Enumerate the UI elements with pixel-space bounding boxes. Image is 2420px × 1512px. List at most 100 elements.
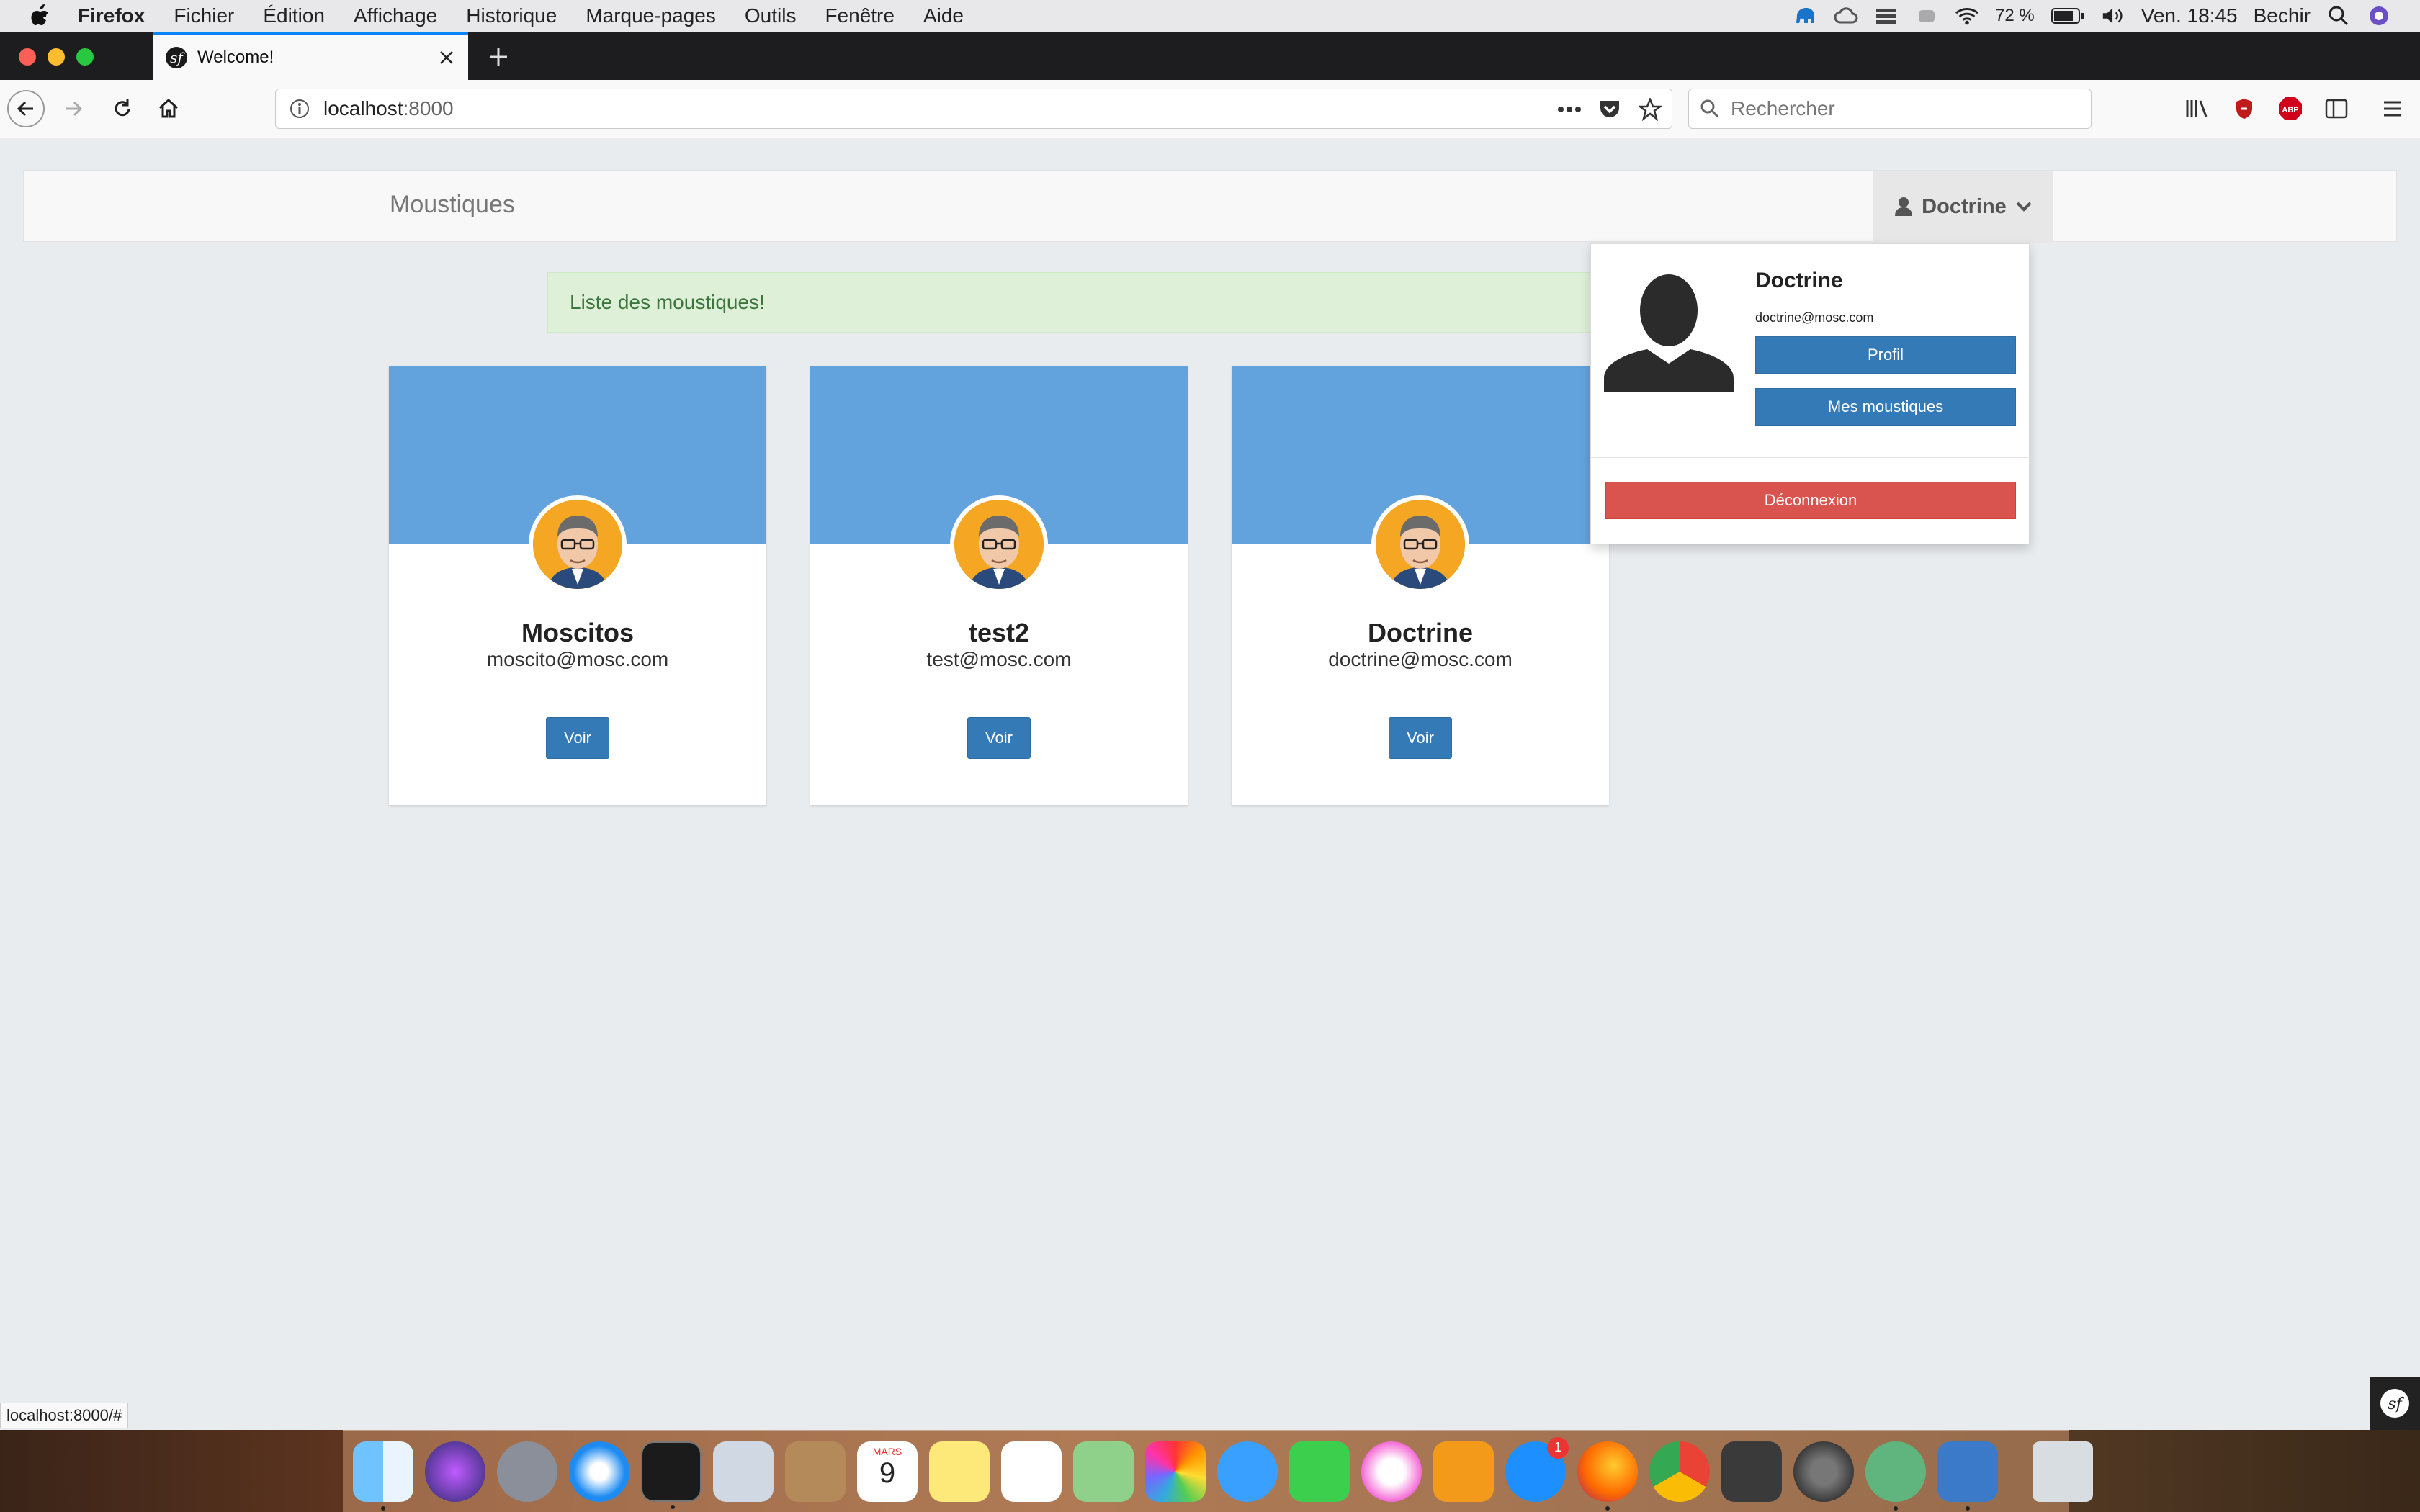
address-bar[interactable]: localhost:8000 bbox=[275, 89, 1672, 129]
finder-icon[interactable] bbox=[353, 1441, 413, 1511]
menu-aide[interactable]: Aide bbox=[923, 4, 964, 27]
tab-welcome[interactable]: sf Welcome! bbox=[153, 32, 468, 80]
maps-icon[interactable] bbox=[1073, 1441, 1134, 1502]
back-arrow-icon[interactable] bbox=[7, 90, 45, 127]
calendar-icon[interactable]: MARS 9 bbox=[857, 1441, 918, 1502]
menu-outils[interactable]: Outils bbox=[745, 4, 797, 27]
dropdown-user-email: doctrine@mosc.com bbox=[1755, 310, 1874, 325]
window-close-button[interactable] bbox=[19, 48, 36, 66]
window-zoom-button[interactable] bbox=[76, 48, 94, 66]
profile-button[interactable]: Profil bbox=[1755, 336, 2016, 374]
bookmark-star-icon[interactable] bbox=[1636, 95, 1664, 124]
user-card: test2 test@mosc.com Voir bbox=[810, 366, 1188, 805]
menu-edition[interactable]: Édition bbox=[263, 4, 325, 27]
system-preferences-icon[interactable] bbox=[1793, 1441, 1854, 1502]
notification-center-icon[interactable] bbox=[2367, 5, 2391, 27]
hamburger-menu-icon[interactable] bbox=[2374, 90, 2411, 127]
atom-icon[interactable] bbox=[1865, 1441, 1926, 1511]
user-menu-label: Doctrine bbox=[1922, 194, 2007, 218]
menu-fichier[interactable]: Fichier bbox=[174, 4, 234, 27]
photos-icon[interactable] bbox=[1145, 1441, 1206, 1502]
new-tab-icon[interactable] bbox=[483, 41, 514, 73]
safari-icon[interactable] bbox=[569, 1441, 629, 1502]
mail-icon[interactable] bbox=[713, 1441, 774, 1502]
wifi-icon[interactable] bbox=[1955, 5, 1979, 27]
sublime-text-icon[interactable] bbox=[1721, 1441, 1782, 1502]
creative-cloud-icon[interactable] bbox=[1834, 5, 1858, 27]
view-button[interactable]: Voir bbox=[546, 717, 609, 759]
avatar bbox=[1371, 495, 1469, 593]
site-info-icon[interactable] bbox=[289, 98, 310, 120]
menu-affichage[interactable]: Affichage bbox=[354, 4, 437, 27]
firefox-icon[interactable] bbox=[1577, 1441, 1638, 1511]
home-icon[interactable] bbox=[150, 90, 187, 127]
dropdown-user-name: Doctrine bbox=[1755, 269, 1843, 292]
menubar-clock[interactable]: Ven. 18:45 bbox=[2141, 4, 2238, 27]
my-mosquitoes-button[interactable]: Mes moustiques bbox=[1755, 388, 2016, 426]
siri-icon[interactable] bbox=[425, 1441, 485, 1502]
window-minimize-button[interactable] bbox=[48, 48, 65, 66]
card-name: test2 bbox=[968, 618, 1030, 647]
view-button[interactable]: Voir bbox=[1389, 717, 1452, 759]
apple-icon[interactable] bbox=[29, 4, 50, 28]
menubar-user[interactable]: Bechir bbox=[2254, 4, 2311, 27]
chevron-down-icon bbox=[2016, 202, 2032, 212]
search-input[interactable] bbox=[1729, 96, 2078, 121]
trash-icon[interactable] bbox=[2033, 1441, 2093, 1502]
symfony-toolbar-toggle[interactable]: sf bbox=[2370, 1377, 2420, 1430]
adblock-plus-icon[interactable]: ABP bbox=[2272, 90, 2309, 127]
url-host: localhost bbox=[323, 97, 403, 120]
site-navbar: Moustiques Doctrine bbox=[23, 170, 2397, 243]
notes-icon[interactable] bbox=[929, 1441, 990, 1502]
itunes-icon[interactable] bbox=[1361, 1441, 1422, 1502]
app-store-icon[interactable]: 1 bbox=[1505, 1436, 1569, 1502]
address-url[interactable]: localhost:8000 bbox=[323, 97, 454, 120]
view-button[interactable]: Voir bbox=[967, 717, 1031, 759]
page-actions-ellipsis-icon[interactable] bbox=[1555, 95, 1584, 124]
browser-nav-bar: localhost:8000 ABP bbox=[0, 80, 2420, 138]
menu-app-name[interactable]: Firefox bbox=[78, 4, 145, 27]
reload-icon[interactable] bbox=[104, 90, 141, 127]
user-icon bbox=[1895, 197, 1913, 216]
elephant-status-icon[interactable] bbox=[1793, 5, 1818, 27]
profile-silhouette-icon bbox=[1604, 266, 1734, 392]
calendar-day: 9 bbox=[879, 1457, 896, 1489]
card-name: Moscitos bbox=[521, 618, 635, 647]
volume-icon[interactable] bbox=[2101, 5, 2125, 27]
facetime-icon[interactable] bbox=[1289, 1441, 1350, 1502]
pocket-icon[interactable] bbox=[1595, 95, 1624, 124]
library-icon[interactable] bbox=[2178, 90, 2215, 127]
dropdown-divider bbox=[1591, 457, 2029, 458]
card-email: test@mosc.com bbox=[926, 648, 1072, 670]
tab-title: Welcome! bbox=[197, 48, 274, 67]
site-brand[interactable]: Moustiques bbox=[390, 191, 515, 219]
menu-historique[interactable]: Historique bbox=[466, 4, 557, 27]
sequel-pro-icon[interactable] bbox=[1937, 1441, 1998, 1511]
messages-icon[interactable] bbox=[1217, 1441, 1278, 1502]
app-store-badge: 1 bbox=[1547, 1436, 1569, 1459]
user-menu-toggle[interactable]: Doctrine bbox=[1873, 171, 2053, 243]
spotlight-search-icon[interactable] bbox=[2326, 5, 2351, 27]
user-card: Moscitos moscito@mosc.com Voir bbox=[389, 366, 766, 805]
search-bar[interactable] bbox=[1688, 89, 2092, 129]
books-icon[interactable] bbox=[1433, 1441, 1494, 1502]
launchpad-icon[interactable] bbox=[497, 1441, 557, 1502]
logout-button[interactable]: Déconnexion bbox=[1605, 482, 2016, 519]
menu-marque-pages[interactable]: Marque-pages bbox=[586, 4, 716, 27]
sidebar-toggle-icon[interactable] bbox=[2318, 90, 2355, 127]
tab-close-icon[interactable] bbox=[432, 43, 461, 72]
stack-status-icon[interactable] bbox=[1874, 5, 1899, 27]
success-alert: Liste des moustiques! bbox=[547, 272, 1592, 333]
battery-icon[interactable] bbox=[2051, 5, 2085, 27]
reminders-icon[interactable] bbox=[1001, 1441, 1062, 1502]
ublock-shield-icon[interactable] bbox=[2226, 90, 2263, 127]
alert-text: Liste des moustiques! bbox=[570, 291, 765, 313]
user-card: Doctrine doctrine@mosc.com Voir bbox=[1232, 366, 1609, 805]
card-email: moscito@mosc.com bbox=[486, 648, 669, 670]
chrome-icon[interactable] bbox=[1649, 1441, 1710, 1502]
contacts-icon[interactable] bbox=[785, 1441, 846, 1502]
terminal-icon[interactable] bbox=[641, 1441, 702, 1509]
drive-status-icon[interactable] bbox=[1914, 5, 1939, 27]
menu-fenetre[interactable]: Fenêtre bbox=[825, 4, 895, 27]
forward-arrow-icon[interactable] bbox=[55, 90, 92, 127]
